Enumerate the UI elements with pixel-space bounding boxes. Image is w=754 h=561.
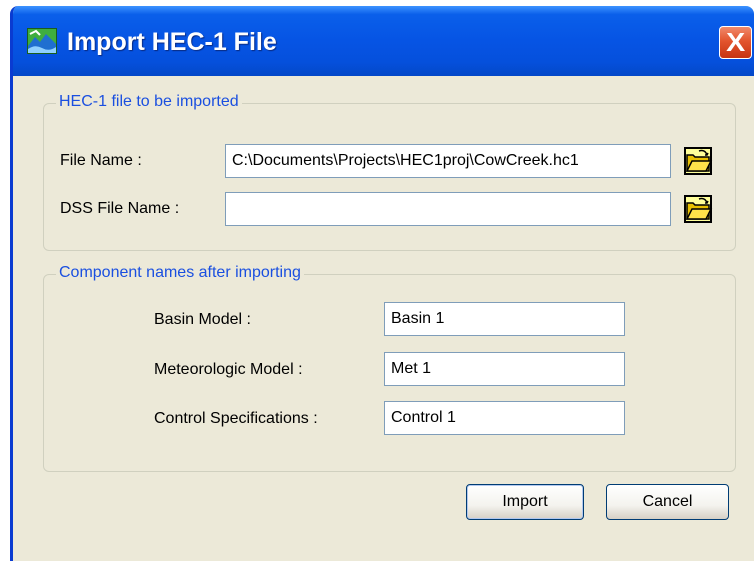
title-bar[interactable]: Import HEC-1 File X: [13, 6, 754, 76]
basin-model-label: Basin Model :: [154, 311, 251, 328]
meteorologic-model-input[interactable]: [384, 352, 625, 386]
close-button[interactable]: X: [719, 26, 752, 59]
component-names-group-legend: Component names after importing: [56, 264, 304, 282]
open-folder-icon: [684, 147, 713, 175]
control-specifications-input[interactable]: [384, 401, 625, 435]
import-hec1-dialog: Import HEC-1 File X HEC-1 file to be imp…: [10, 6, 754, 561]
file-name-input[interactable]: [225, 144, 671, 178]
window-title: Import HEC-1 File: [67, 28, 277, 56]
hec1-file-group-legend: HEC-1 file to be imported: [56, 93, 242, 111]
file-name-label: File Name :: [60, 152, 142, 169]
meteorologic-model-label: Meteorologic Model :: [154, 361, 303, 378]
control-specifications-label: Control Specifications :: [154, 410, 318, 427]
dss-file-name-browse-button[interactable]: [683, 194, 713, 224]
basin-model-input[interactable]: [384, 302, 625, 336]
close-icon: X: [725, 27, 746, 57]
cancel-button[interactable]: Cancel: [606, 484, 729, 520]
dss-file-name-label: DSS File Name :: [60, 200, 180, 217]
dss-file-name-input[interactable]: [225, 192, 671, 226]
hec-hms-app-icon: [27, 28, 57, 54]
open-folder-icon: [684, 195, 713, 223]
file-name-browse-button[interactable]: [683, 146, 713, 176]
import-button[interactable]: Import: [466, 484, 584, 520]
